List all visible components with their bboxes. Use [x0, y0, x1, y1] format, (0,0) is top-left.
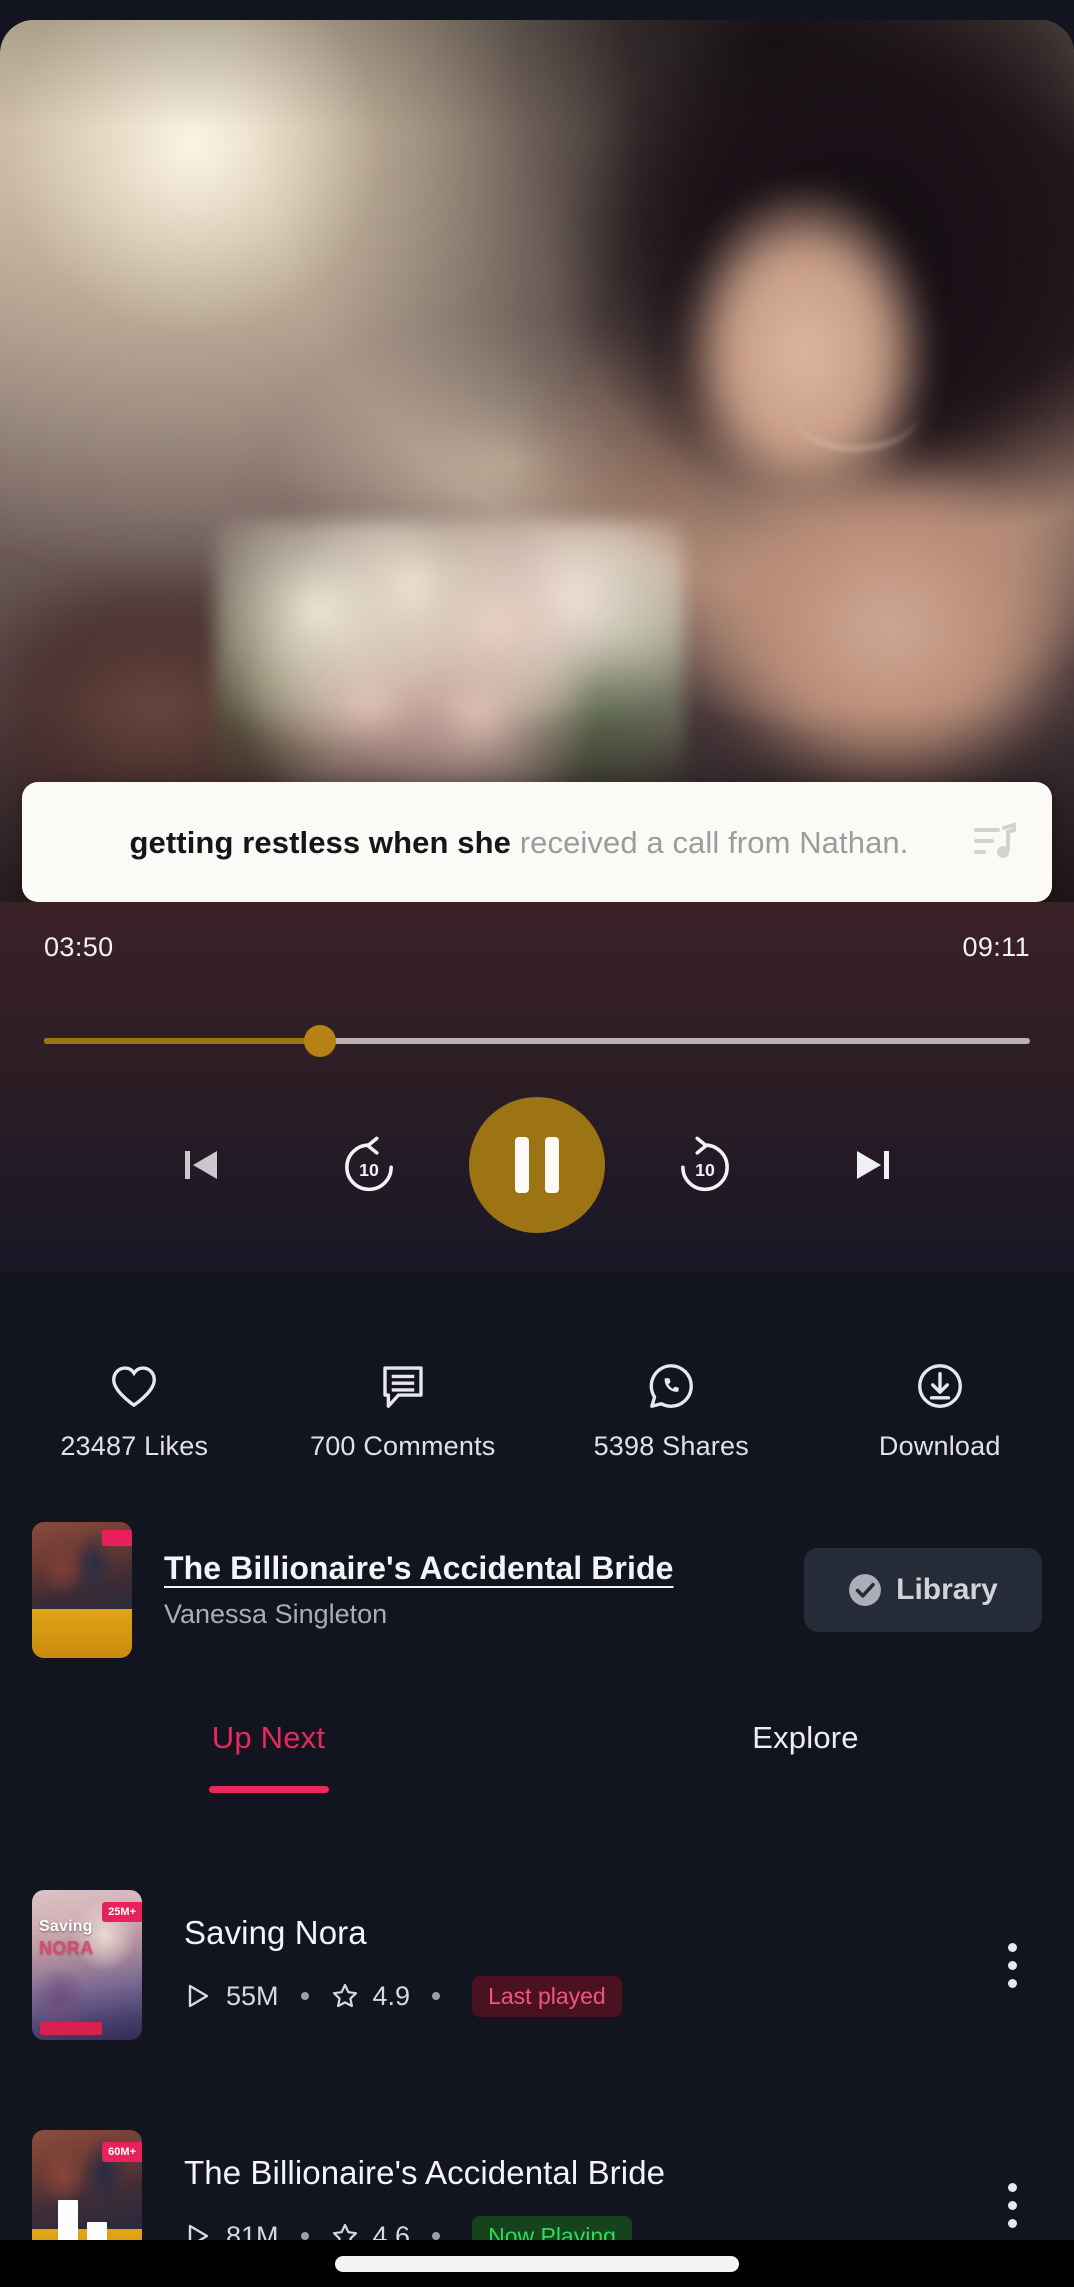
total-time: 09:11 [962, 932, 1030, 962]
separator-dot [300, 2232, 309, 2240]
seek-fill [44, 1038, 321, 1044]
share-count-label: 5398 Shares [593, 1430, 749, 1461]
check-circle-icon [848, 1573, 882, 1607]
tab-up-next[interactable]: Up Next [0, 1720, 537, 1830]
book-author: Vanessa Singleton [164, 1599, 388, 1629]
comment-count-label: 700 Comments [310, 1430, 496, 1461]
transport-controls: 10 10 [0, 1090, 1074, 1240]
list-item-meta: Saving Nora 55M 4.9 Last played [184, 1914, 982, 2017]
star-icon [331, 1982, 359, 2010]
like-count-label: 23487 Likes [60, 1430, 209, 1461]
forward-10-icon: 10 [674, 1134, 736, 1196]
tab-inactive-underline [746, 1786, 866, 1793]
play-pause-button[interactable] [453, 1097, 621, 1233]
download-icon [913, 1359, 967, 1413]
current-time: 03:50 [44, 932, 114, 962]
cover-plays-ribbon: 25M+ [102, 1902, 142, 1922]
book-title-link[interactable]: The Billionaire's Accidental Bride [164, 1550, 804, 1587]
cover-badge [102, 1530, 132, 1546]
book-meta: The Billionaire's Accidental Bride Vanes… [164, 1550, 804, 1630]
tab-active-underline [208, 1786, 329, 1793]
tab-explore[interactable]: Explore [537, 1720, 1074, 1830]
list-item-stats: 55M 4.9 Last played [184, 1975, 982, 2017]
share-whatsapp-icon [644, 1359, 698, 1413]
comment-action[interactable]: 700 Comments [269, 1330, 538, 1490]
player-controls-panel: 03:50 09:11 10 10 [0, 902, 1074, 1272]
separator-dot [432, 2232, 441, 2240]
list-item-cover[interactable]: Saving NORA 25M+ [32, 1890, 142, 2040]
download-label: Download [878, 1430, 1001, 1461]
library-button[interactable]: Library [804, 1548, 1042, 1632]
subtitle-card[interactable]: getting restless when she received a cal… [22, 782, 1052, 902]
forward-10-button[interactable]: 10 [621, 1134, 789, 1196]
list-item-title: Saving Nora [184, 1913, 367, 1951]
svg-text:10: 10 [359, 1160, 379, 1180]
play-triangle-icon [184, 1982, 212, 2010]
current-book-row: The Billionaire's Accidental Bride Vanes… [0, 1522, 1074, 1658]
cover-title-line2: NORA [39, 1938, 94, 1958]
music-note-icon[interactable] [970, 818, 1018, 866]
subtitle-spoken-text: getting restless when she [129, 824, 520, 860]
up-next-list: Saving NORA 25M+ Saving Nora 55M 4.9 Las… [0, 1845, 1074, 2287]
more-options-button[interactable] [982, 2182, 1042, 2228]
library-button-label: Library [896, 1573, 998, 1606]
cover-plays-ribbon: 60M+ [102, 2142, 142, 2162]
list-item-plays: 55M [226, 1980, 279, 2011]
list-item-rating: 4.9 [372, 1980, 411, 2011]
rewind-10-button[interactable]: 10 [285, 1134, 453, 1196]
download-action[interactable]: Download [806, 1330, 1074, 1490]
home-bar-area [0, 2240, 1074, 2287]
next-track-button[interactable] [789, 1141, 957, 1189]
pause-button[interactable] [469, 1097, 605, 1233]
skip-previous-icon [177, 1141, 225, 1189]
svg-text:10: 10 [695, 1160, 715, 1180]
subtitle-text: getting restless when she received a cal… [70, 819, 1005, 866]
separator-dot [300, 1992, 309, 2000]
content-tabs: Up Next Explore [0, 1720, 1074, 1830]
tab-explore-label: Explore [752, 1720, 859, 1755]
engagement-actions: 23487 Likes 700 Comments 5398 Shares Dow… [0, 1330, 1074, 1490]
separator-dot [432, 1992, 441, 2000]
previous-track-button[interactable] [117, 1141, 285, 1189]
book-cover-thumbnail[interactable] [32, 1522, 132, 1658]
cover-bottom-strip [40, 2022, 102, 2035]
more-options-button[interactable] [982, 1942, 1042, 1988]
tab-up-next-label: Up Next [211, 1720, 326, 1755]
replay-10-icon: 10 [338, 1134, 400, 1196]
pause-icon [515, 1137, 559, 1193]
seek-bar[interactable] [44, 1024, 1030, 1058]
app-screen: getting restless when she received a cal… [0, 0, 1074, 2287]
heart-icon [107, 1359, 161, 1413]
comment-icon [376, 1359, 430, 1413]
share-action[interactable]: 5398 Shares [537, 1330, 806, 1490]
home-indicator[interactable] [335, 2256, 739, 2272]
like-action[interactable]: 23487 Likes [0, 1330, 269, 1490]
list-item[interactable]: Saving NORA 25M+ Saving Nora 55M 4.9 Las… [0, 1845, 1074, 2085]
time-row: 03:50 09:11 [0, 932, 1074, 963]
list-item-title: The Billionaire's Accidental Bride [184, 2153, 666, 2191]
cover-title-line1: Saving [39, 1918, 93, 1935]
status-badge: Last played [472, 1975, 622, 2017]
seek-thumb[interactable] [304, 1025, 337, 1057]
subtitle-upcoming-text: received a call from Nathan. [519, 824, 909, 860]
skip-next-icon [849, 1141, 897, 1189]
